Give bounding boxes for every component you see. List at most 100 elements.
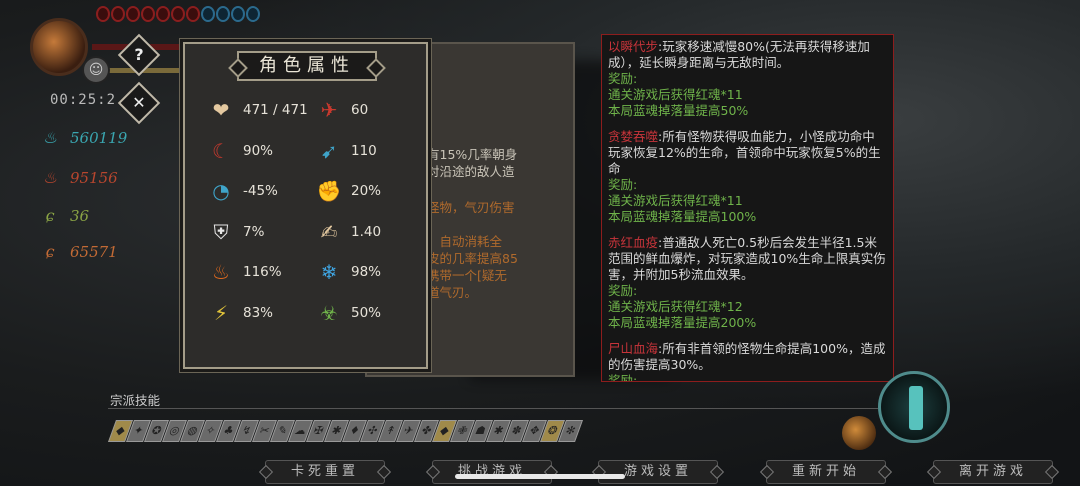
red-soul-icon: ♨ [42, 168, 58, 187]
stat-value: 7% [243, 223, 265, 240]
attack-icon: ✈ [320, 98, 338, 122]
home-indicator[interactable] [455, 474, 625, 479]
resource-counter: ♨ 95156 [40, 168, 118, 188]
reward-title: 奖励: [608, 71, 638, 86]
stat-value: 90% [243, 142, 274, 159]
stat-value: 471 / 471 [243, 102, 308, 118]
stat-row: ♨ 116% ❄ 98% [185, 254, 430, 290]
companion-icon: ☺ [82, 56, 110, 84]
reward-line: 本局蓝魂掉落量提高50% [608, 103, 749, 118]
shield-icon: ⛨ [213, 219, 229, 244]
divider [108, 408, 878, 409]
challenge-game-button[interactable]: 挑战游戏 [432, 460, 552, 484]
background-text-line: 怪物，气刃伤害 [427, 200, 515, 215]
modifier-name: 赤红血疫 [608, 235, 659, 250]
background-text-line: 道气刃。 [427, 285, 478, 300]
stat-value: 98% [351, 264, 382, 280]
stat-value: 20% [351, 183, 382, 199]
stat-item[interactable]: ♨ 116% [207, 254, 282, 290]
reward-title: 奖励: [608, 283, 638, 298]
stat-value: 83% [243, 304, 274, 321]
unstuck-reset-button[interactable]: 卡死重置 [265, 460, 385, 484]
stat-item[interactable]: ☾ 90% [207, 133, 273, 169]
cooldown-icon: ◔ [212, 179, 230, 203]
stat-item[interactable]: ◔ -45% [207, 173, 278, 209]
claw-icon: ☾ [212, 138, 230, 163]
snowflake-icon: ❄ [320, 260, 338, 284]
orange-spiral-icon: ɕ [45, 242, 55, 261]
dash-icon: ➹ [320, 138, 338, 163]
stat-value: -45% [243, 183, 278, 199]
reward-line: 通关游戏后获得红魂*12 [608, 299, 743, 314]
reward-title: 奖励: [608, 177, 638, 192]
fist-icon: ✊ [316, 179, 342, 203]
restart-button[interactable]: 重新开始 [766, 460, 886, 484]
resource-counter: ♨ 560119 [40, 128, 127, 148]
stat-row: ⛨ 7% ✍ 1.40 [185, 214, 430, 250]
close-icon: ✕ [132, 93, 146, 112]
stat-item[interactable]: ➹ 110 [315, 133, 377, 169]
stat-item[interactable]: ✈ 60 [315, 92, 369, 128]
background-text-line: 对沿途的敌人造 [427, 164, 515, 179]
reward-line: 本局蓝魂掉落量提高200% [608, 315, 757, 330]
resource-value: 36 [70, 207, 90, 225]
background-text-line: 携带一个[疑无 [427, 268, 507, 283]
blue-soul-icon: ♨ [42, 128, 58, 147]
game-settings-button[interactable]: 游戏设置 [598, 460, 718, 484]
heart-icon: ❤ [212, 98, 230, 122]
modifier-name: 贪婪吞噬 [608, 129, 659, 144]
sect-skills-label: 宗派技能 [110, 393, 161, 408]
run-timer: 00:25:2 [50, 92, 117, 108]
stat-item[interactable]: ⛨ 7% [207, 214, 265, 250]
stat-item[interactable]: ☣ 50% [315, 295, 381, 331]
sect-skills-row: ◆ ✦ ✪ ◎ ◍ ✧ ♣ ↯ ✂ ✎ ☁ ✠ ✱ ♦ ✣ ↟ ✈ ✤ ◆ ✙ ☗ ✱ ✽ ✥ ❂ ✻ [107, 420, 584, 442]
modifier-entry: 贪婪吞噬:所有怪物获得吸血能力，小怪成功命中玩家恢复12%的生命，首领命中玩家恢… [608, 129, 887, 225]
resource-value: 95156 [70, 169, 118, 187]
stat-item[interactable]: ✊ 20% [315, 173, 381, 209]
stat-item[interactable]: ❄ 98% [315, 254, 381, 290]
background-text-line: 有15%几率朝身 [427, 147, 518, 162]
background-text-line: ：自动消耗全 [427, 234, 503, 249]
help-icon: ? [134, 45, 144, 64]
modifier-entry: 以瞬代步:玩家移速减慢80%(无法再获得移速加成），延长瞬身距离与无敌时间。 奖励… [608, 39, 887, 119]
stat-row: ❤ 471 / 471 ✈ 60 [185, 92, 430, 128]
stat-row: ☾ 90% ➹ 110 [185, 133, 430, 169]
stat-value: 116% [243, 264, 282, 280]
stat-value: 1.40 [351, 223, 382, 240]
fire-icon: ♨ [212, 260, 230, 284]
resource-counter: ɕ 65571 [40, 242, 118, 262]
reward-line: 通关游戏后获得红魂*11 [608, 193, 743, 208]
modifier-name: 以瞬代步 [608, 39, 659, 54]
challenge-modifier-list[interactable]: 以瞬代步:玩家移速减慢80%(无法再获得移速加成），延长瞬身距离与无敌时间。 奖励… [601, 34, 894, 382]
background-text-line: 皮的几率提高85 [427, 251, 518, 266]
leave-game-button[interactable]: 离开游戏 [933, 460, 1053, 484]
lightning-icon: ⚡ [213, 300, 229, 325]
modifier-entry: 赤红血疫:普通敌人死亡0.5秒后会发生半径1.5米范围的鲜血爆炸，对玩家造成10… [608, 235, 887, 331]
player-portrait[interactable] [30, 18, 88, 76]
character-stats-panel: 角色属性 ❤ 471 / 471 ✈ 60 ☾ 90% ➹ 110 ◔ -45% ✊ 20% ⛨ 7% ✍ 1… [183, 42, 428, 369]
stat-value: 60 [351, 102, 369, 118]
stat-item[interactable]: ⚡ 83% [207, 295, 273, 331]
reward-title: 奖励: [608, 373, 638, 382]
modifier-name: 尸山血海 [608, 341, 659, 356]
reward-line: 本局蓝魂掉落量提高100% [608, 209, 757, 224]
green-spiral-icon: ɕ [45, 206, 55, 225]
stat-item[interactable]: ❤ 471 / 471 [207, 92, 308, 128]
modifier-entry: 尸山血海:所有非首领的怪物生命提高100%，造成的伤害提高30%。 奖励: [608, 341, 887, 382]
soul-orb-icon[interactable] [842, 416, 876, 450]
bottom-menu: 卡死重置 挑战游戏 游戏设置 重新开始 离开游戏 [0, 458, 1080, 486]
stat-value: 50% [351, 304, 382, 321]
stat-row: ⚡ 83% ☣ 50% [185, 295, 430, 331]
resource-value: 65571 [70, 243, 118, 261]
scroll-icon: ✍ [320, 219, 338, 244]
sect-emblem-button[interactable] [878, 371, 950, 443]
stats-panel-title: 角色属性 [237, 51, 377, 81]
resource-value: 560119 [70, 129, 128, 147]
health-pips [96, 6, 260, 28]
sect-emblem-icon [909, 386, 923, 430]
stat-value: 110 [351, 142, 377, 159]
stat-row: ◔ -45% ✊ 20% [185, 173, 430, 209]
poison-icon: ☣ [320, 300, 338, 325]
stat-item[interactable]: ✍ 1.40 [315, 214, 381, 250]
reward-line: 通关游戏后获得红魂*11 [608, 87, 743, 102]
